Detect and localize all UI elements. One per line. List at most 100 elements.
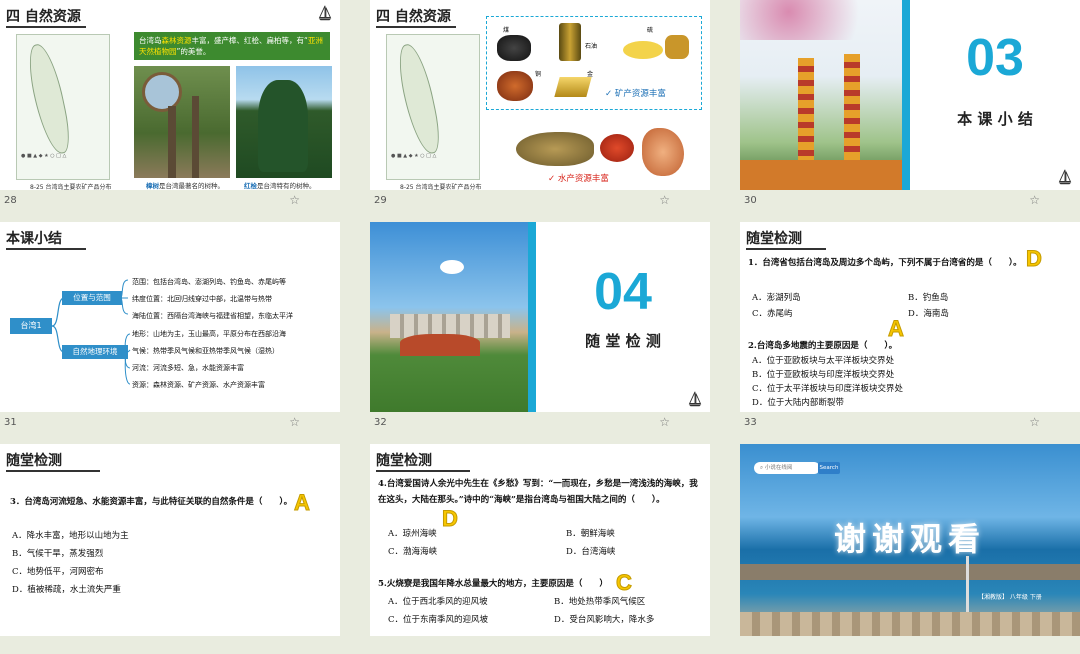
q5-option-b: B．地处热带季风气候区 bbox=[554, 597, 646, 607]
star-icon[interactable]: ☆ bbox=[289, 193, 300, 207]
star-icon[interactable]: ☆ bbox=[659, 193, 670, 207]
summary-item: 河流：河流多短、急，水能资源丰富 bbox=[132, 364, 244, 372]
search-input[interactable]: ⌕ 小说在线阅 bbox=[754, 462, 820, 474]
slide-thumbnail-29[interactable]: 四 自然资源 ● ■ ▲ ◆ ★ ○ □ △ 8-25 台湾岛主要农矿产品分布 … bbox=[370, 0, 710, 210]
caption-text: 是台湾特有的树种。 bbox=[257, 182, 316, 190]
slide-number: 30 bbox=[744, 195, 757, 206]
highlight-text: 丰富，盛产樟、红桧、扁柏等，有“ bbox=[191, 36, 308, 45]
title-underline bbox=[6, 470, 100, 472]
summary-item: 纬度位置：北回归线穿过中部，北温带与热带 bbox=[132, 295, 272, 303]
environment-items: 地形：山地为主，玉山最高，平原分布在西部沿海 气候：热带季风气候和亚热带季风气候… bbox=[132, 326, 286, 394]
taiwan-island-shape bbox=[23, 41, 75, 157]
question-3: 3．台湾岛河流短急、水能资源丰富，与此特征关联的自然条件是（ ）。 bbox=[10, 497, 293, 507]
taiwan-island-shape bbox=[393, 41, 445, 157]
star-icon[interactable]: ☆ bbox=[1029, 415, 1040, 429]
branch-environment: 自然地理环境 bbox=[62, 345, 128, 359]
sulfur-image bbox=[623, 41, 663, 59]
slide-31-canvas: 本课小结 台湾1 位置与范围 自然地理环境 范围：包括台湾岛、澎湖列岛、钓鱼岛、… bbox=[0, 222, 340, 412]
branch-location: 位置与范围 bbox=[62, 291, 122, 305]
slide-thumbnail-32[interactable]: 04 随 堂 检 测 32 ☆ bbox=[370, 222, 710, 432]
answer-marker: D bbox=[1026, 246, 1043, 272]
slide-title: 随堂检测 bbox=[746, 231, 802, 247]
slide-34-canvas: 随堂检测 3．台湾岛河流短急、水能资源丰富，与此特征关联的自然条件是（ ）。 A… bbox=[0, 444, 340, 636]
highlight-text: ”的美誉。 bbox=[176, 47, 211, 56]
carp-image bbox=[516, 132, 594, 166]
cypress-caption: 红桧是台湾特有的树种。 bbox=[244, 180, 316, 190]
slide-30-canvas: 03 本 课 小 结 bbox=[740, 0, 1080, 190]
caption-emphasis: 红桧 bbox=[244, 182, 257, 190]
slide-33-canvas: 随堂检测 1．台湾省包括台湾岛及周边多个岛屿，下列不属于台湾省的是（ ）。 A．… bbox=[740, 222, 1080, 412]
question-2: 2.台湾岛多地震的主要原因是（ ）。 bbox=[748, 341, 898, 351]
slide-number: 29 bbox=[374, 195, 387, 206]
section-number: 04 bbox=[594, 263, 652, 321]
slide-thumbnail-30[interactable]: 03 本 课 小 结 30 ☆ bbox=[740, 0, 1080, 210]
question-4: 4.台湾爱国诗人余光中先生在《乡愁》写到：“一而现在，乡愁是一湾浅浅的海峡，我在… bbox=[378, 479, 698, 505]
map-caption: 8-25 台湾岛主要农矿产品分布 bbox=[400, 184, 482, 190]
slide-thumbnail-36[interactable]: ⌕ 小说在线阅 Search 谢谢观看 【湘教版】 八年级 下册 bbox=[740, 444, 1080, 654]
summary-item: 资源：森林资源、矿产资源、水产资源丰富 bbox=[132, 381, 265, 389]
summary-item: 范围：包括台湾岛、澎湖列岛、钓鱼岛、赤尾屿等 bbox=[132, 278, 286, 286]
q5-option-d: D．受台风影响大，降水多 bbox=[554, 615, 655, 625]
slide-number: 32 bbox=[374, 417, 387, 428]
q3-option-b: B．气候干旱，蒸发强烈 bbox=[12, 549, 104, 559]
search-placeholder: 小说在线阅 bbox=[764, 465, 793, 471]
red-roof-building bbox=[400, 334, 480, 356]
cloud bbox=[440, 260, 464, 274]
mineral-resources-text: ✓ 矿产资源丰富 bbox=[605, 89, 666, 99]
oil-label: 石油 bbox=[585, 43, 598, 50]
gold-bars-image bbox=[554, 77, 592, 97]
cypress-canopy bbox=[258, 80, 308, 172]
taiwan-map: ● ■ ▲ ◆ ★ ○ □ △ bbox=[386, 34, 480, 180]
star-icon[interactable]: ☆ bbox=[289, 415, 300, 429]
q5-option-c: C．位于东南季风的迎风坡 bbox=[388, 615, 489, 625]
tree-trunk bbox=[192, 96, 199, 178]
coal-image bbox=[497, 35, 531, 61]
q2-option-b: B．位于亚欧板块与印度洋板块交界处 bbox=[752, 370, 895, 380]
blossom-branches bbox=[740, 0, 902, 40]
slide-thumbnail-35[interactable]: 随堂检测 4.台湾爱国诗人余光中先生在《乡愁》写到：“一而现在，乡愁是一湾浅浅的… bbox=[370, 444, 710, 654]
q3-option-a: A．降水丰富，地形以山地为主 bbox=[12, 531, 129, 541]
accent-bar bbox=[528, 222, 536, 412]
city-park-photo bbox=[370, 222, 528, 412]
map-legend: ● ■ ▲ ◆ ★ ○ □ △ bbox=[21, 153, 67, 159]
slide-number: 33 bbox=[744, 417, 757, 428]
summary-item: 海陆位置：西隔台湾海峡与福建省相望，东临太平洋 bbox=[132, 312, 293, 320]
pagoda-base bbox=[740, 160, 902, 190]
pagoda-left bbox=[798, 58, 814, 168]
slide-thumbnail-33[interactable]: 随堂检测 1．台湾省包括台湾岛及周边多个岛屿，下列不属于台湾省的是（ ）。 A．… bbox=[740, 222, 1080, 432]
slide-35-canvas: 随堂检测 4.台湾爱国诗人余光中先生在《乡愁》写到：“一而现在，乡愁是一湾浅浅的… bbox=[370, 444, 710, 636]
section-subtitle: 本 课 小 结 bbox=[957, 110, 1033, 128]
slide-36-canvas: ⌕ 小说在线阅 Search 谢谢观看 【湘教版】 八年级 下册 bbox=[740, 444, 1080, 636]
mineral-resources-box: 煤 石油 硫 铜 金 ✓ 矿产资源丰富 bbox=[486, 16, 702, 110]
slide-28-canvas: 四 自然资源 ● ■ ▲ ◆ ★ ○ □ △ 8-25 台湾岛主要农矿产品分布 … bbox=[0, 0, 340, 190]
camphor-tree-photo bbox=[134, 66, 230, 178]
q4-option-b: B．朝鲜海峡 bbox=[566, 529, 615, 539]
q4-option-a: A．琼州海峡 bbox=[388, 529, 437, 539]
slide-thumbnail-28[interactable]: 四 自然资源 ● ■ ▲ ◆ ★ ○ □ △ 8-25 台湾岛主要农矿产品分布 … bbox=[0, 0, 340, 210]
section-number: 03 bbox=[966, 29, 1024, 87]
camphor-crystals-inset bbox=[142, 72, 182, 112]
copper-ore-image bbox=[497, 71, 533, 101]
search-button[interactable]: Search bbox=[818, 462, 840, 474]
lamp-post bbox=[966, 556, 969, 616]
sailboat-icon bbox=[1058, 169, 1072, 185]
accent-bar bbox=[902, 0, 910, 190]
slide-title: 随堂检测 bbox=[376, 453, 432, 469]
slide-thumbnail-31[interactable]: 本课小结 台湾1 位置与范围 自然地理环境 范围：包括台湾岛、澎湖列岛、钓鱼岛、… bbox=[0, 222, 340, 432]
summary-item: 气候：热带季风气候和亚热带季风气候（湿热） bbox=[132, 347, 279, 355]
star-icon[interactable]: ☆ bbox=[659, 415, 670, 429]
highlight-text: 台湾岛 bbox=[139, 36, 162, 45]
copper-label: 铜 bbox=[535, 71, 542, 78]
map-legend: ● ■ ▲ ◆ ★ ○ □ △ bbox=[391, 153, 437, 159]
q5-option-a: A．位于西北季风的迎风坡 bbox=[388, 597, 488, 607]
slide-number: 31 bbox=[4, 417, 17, 428]
star-icon[interactable]: ☆ bbox=[1029, 193, 1040, 207]
location-items: 范围：包括台湾岛、澎湖列岛、钓鱼岛、赤尾屿等 纬度位置：北回归线穿过中部，北温带… bbox=[132, 274, 293, 325]
sailboat-icon bbox=[688, 391, 702, 407]
taiwan-map: ● ■ ▲ ◆ ★ ○ □ △ bbox=[16, 34, 110, 180]
coastline bbox=[740, 564, 1080, 580]
slide-thumbnail-34[interactable]: 随堂检测 3．台湾岛河流短急、水能资源丰富，与此特征关联的自然条件是（ ）。 A… bbox=[0, 444, 340, 654]
q2-option-c: C．位于太平洋板块与印度洋板块交界处 bbox=[752, 384, 904, 394]
title-underline bbox=[6, 26, 86, 28]
oil-barrel-image bbox=[559, 23, 581, 61]
